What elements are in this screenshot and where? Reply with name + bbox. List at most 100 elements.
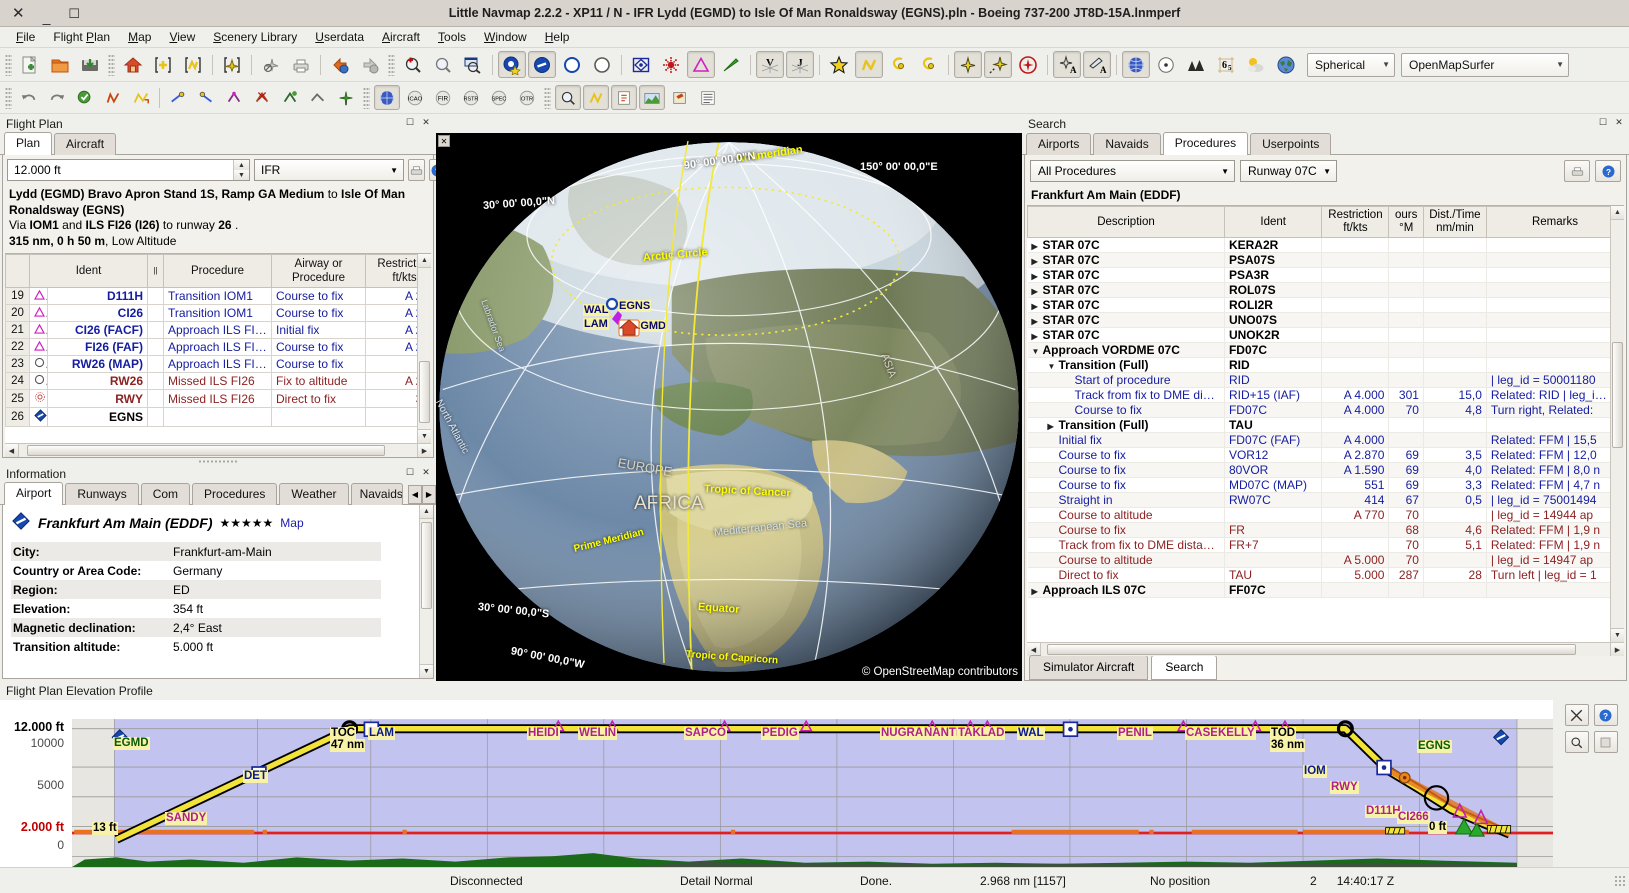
search-options-button[interactable] [1564,160,1590,182]
airspace-icao-icon[interactable]: ICAO [402,85,428,110]
col-airway[interactable]: Airway orProcedure [272,255,366,288]
map-marker-home[interactable]: EGMD [632,320,667,332]
aircraft-disabled-icon[interactable] [257,51,285,78]
tree-twisty-icon[interactable]: ▶ [1048,422,1059,431]
flightplan-hscrollbar[interactable]: ◀ ▶ [5,443,431,457]
userpoint-route-icon[interactable] [915,51,943,78]
flightplan-vscrollbar[interactable]: ▲ ▼ [417,254,431,443]
tab-airports-search[interactable]: Airports [1026,133,1091,155]
waypoint-icon[interactable] [687,51,715,78]
toolbar-grip[interactable] [5,54,12,76]
scroll-right-icon[interactable]: ▶ [417,444,431,457]
flightplan-display-icon[interactable] [855,51,883,78]
print-icon[interactable] [287,51,315,78]
table-row[interactable]: ▶STAR 07CPSA3R [1028,268,1624,283]
airport-addon-icon[interactable] [588,51,616,78]
redo-icon[interactable] [44,85,70,110]
zoom-in-icon[interactable] [399,51,427,78]
home-icon[interactable] [119,51,147,78]
zoom-rect-icon[interactable] [459,51,487,78]
table-row[interactable]: 23RW26 (MAP)Approach ILS FI26Course to f… [6,356,432,373]
profile-settings-button[interactable] [1594,731,1618,753]
table-row[interactable]: Track from fix to DME dista…FR+7705,1Rel… [1028,538,1624,553]
userpoints-icon[interactable] [825,51,853,78]
proc-scroll-down-icon[interactable]: ▼ [1611,628,1624,642]
dock-information-icon[interactable] [611,85,637,110]
tab-procedures-search[interactable]: Procedures [1163,132,1248,155]
minimum-altitude-icon[interactable]: 65 [1212,51,1240,78]
print-flightplan-button[interactable] [408,159,425,181]
table-row[interactable]: Course to altitudeA 77070| leg_id = 1494… [1028,508,1624,523]
profile-chart[interactable]: 12.000 ft1000050002.000 ft0EGMDDETTOC47 … [0,700,1553,867]
toolbar2-grip3[interactable] [544,87,551,109]
airport-empty-icon[interactable] [558,51,586,78]
menu-window[interactable]: Window [475,28,536,46]
back-icon[interactable] [326,51,354,78]
tab-airport[interactable]: Airport [4,482,63,505]
col-ident[interactable]: Ident [30,255,148,288]
proc-scroll-up-icon[interactable]: ▲ [1611,206,1624,220]
table-row[interactable]: Initial fixFD07C (FAF)A 4.000Related: FF… [1028,433,1624,448]
delete-waypoint-icon[interactable] [249,85,275,110]
flight-rules-combo[interactable]: IFR ▼ [254,159,404,181]
dock-elevation-icon[interactable] [639,85,665,110]
airspace-fir-icon[interactable]: FIR [430,85,456,110]
col-flag[interactable]: || [148,255,164,288]
float-icon-2[interactable]: ☐ [404,466,416,478]
col-remarks[interactable]: Remarks [1486,207,1623,238]
float-icon[interactable]: ☐ [404,116,416,128]
col-rownum[interactable] [6,255,30,288]
search-help-button[interactable]: ? [1595,160,1621,182]
table-row[interactable]: ▶Approach ILS 07CFF07C [1028,583,1624,598]
compass-rose-icon[interactable] [885,51,913,78]
city-lights-icon[interactable] [1152,51,1180,78]
col-restriction-proc[interactable]: Restrictionft/kts [1322,207,1389,238]
table-row[interactable]: Course to fixFD07CA 4.000704,8Turn right… [1028,403,1624,418]
table-row[interactable]: Course to altitudeA 5.00070| leg_id = 14… [1028,553,1624,568]
col-description[interactable]: Description [1028,207,1225,238]
new-flightplan-icon[interactable] [16,51,44,78]
map-marker-nav[interactable]: WAL [583,304,609,316]
cruise-altitude-stepper[interactable]: ▲▼ [233,160,249,180]
info-scroll-up-icon[interactable]: ▲ [420,505,433,519]
menu-view[interactable]: View [160,28,204,46]
btab-simulator-aircraft[interactable]: Simulator Aircraft [1029,655,1148,680]
scroll-up-icon[interactable]: ▲ [418,254,431,268]
profile-expand-button[interactable] [1565,704,1589,726]
table-row[interactable]: ▶STAR 07CUNO07S [1028,313,1624,328]
map-view[interactable]: Antimeridian90° 00' 00,0"N150° 00' 00,0"… [436,133,1022,681]
info-scroll-down-icon[interactable]: ▼ [420,664,433,678]
close-icon-3[interactable]: ✕ [1613,116,1625,128]
toolbar-grip-2[interactable] [108,54,115,76]
tabs-scroll-left-icon[interactable]: ◀ [408,485,422,504]
table-row[interactable]: 24RW26Missed ILS FI26Fix to altitudeA 2.… [6,373,432,390]
jet-airways-icon[interactable]: J [786,51,814,78]
aircraft-trail-icon[interactable] [984,51,1012,78]
tab-weather[interactable]: Weather [279,483,348,505]
menu-help[interactable]: Help [536,28,579,46]
toolbar2-grip[interactable] [5,87,12,109]
table-row[interactable]: 22FI26 (FAF)Approach ILS FI26Course to f… [6,339,432,356]
map-marker-nav[interactable]: LAM [583,318,609,330]
table-row[interactable]: Course to fixVOR12A 2.870693,5Related: F… [1028,448,1624,463]
maximize-window-icon[interactable]: ☐ [68,7,80,20]
open-flightplan-icon[interactable] [46,51,74,78]
table-row[interactable]: 25RWYMissed ILS FI26Direct to fix3.00 [6,390,432,408]
table-row[interactable]: Track from fix to DME di…RID+15 (IAF)A 4… [1028,388,1624,403]
information-vscrollbar[interactable]: ▲ ▼ [419,505,433,678]
btab-search[interactable]: Search [1151,655,1217,680]
table-row[interactable]: Direct to fixTAU5.00028728Turn left | le… [1028,568,1624,583]
zoom-out-icon[interactable] [429,51,457,78]
runway-filter-combo[interactable]: Runway 07C ▼ [1240,160,1337,182]
table-row[interactable]: Start of procedureRID| leg_id = 50001180 [1028,373,1624,388]
save-flightplan-icon[interactable] [76,51,104,78]
float-icon-3[interactable]: ☐ [1597,116,1609,128]
menu-userdata[interactable]: Userdata [306,28,373,46]
col-dist-time[interactable]: Dist./Timenm/min [1423,207,1486,238]
table-row[interactable]: ▶STAR 07CROL07S [1028,283,1624,298]
cruise-altitude-input[interactable]: 12.000 ft ▲▼ [7,159,250,181]
profile-help-button[interactable]: ? [1594,704,1618,726]
col-ident-proc[interactable]: Ident [1224,207,1321,238]
table-row[interactable]: ▼Transition (Full)RID [1028,358,1624,373]
close-icon-2[interactable]: ✕ [420,466,432,478]
